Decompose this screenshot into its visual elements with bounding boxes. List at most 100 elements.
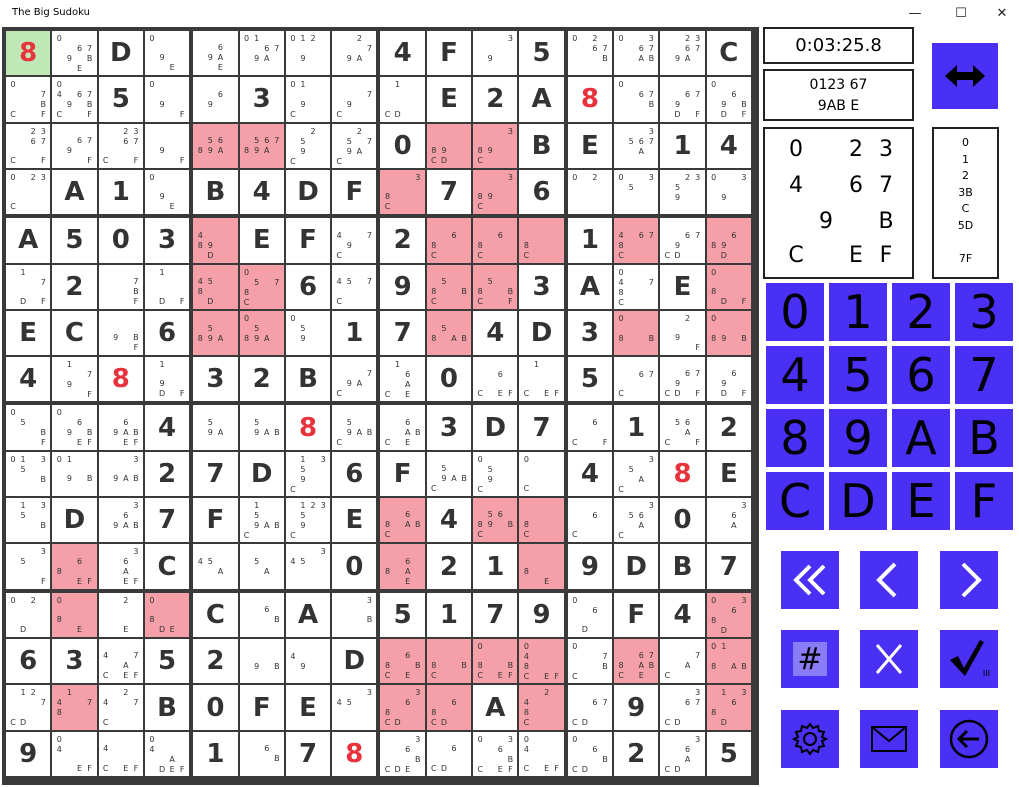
cell-r9-c12[interactable]: 4 — [567, 451, 613, 497]
keypad-button-A[interactable]: A — [892, 409, 950, 467]
cell-r0-c11[interactable]: 5 — [519, 30, 564, 76]
keypad-button-7[interactable]: 7 — [955, 346, 1013, 404]
cell-r15-c14[interactable]: 36ACD — [660, 731, 705, 776]
keypad-button-D[interactable]: D — [829, 472, 887, 530]
cell-r11-c11[interactable]: 8E — [519, 544, 564, 589]
cell-r13-c7[interactable]: D — [332, 639, 377, 684]
cell-r7-c14[interactable]: 679CDF — [660, 357, 705, 402]
cell-r11-c10[interactable]: 1 — [473, 544, 518, 589]
cell-r12-c4[interactable]: C — [193, 592, 238, 638]
cell-r9-c4[interactable]: 7 — [193, 451, 238, 497]
cell-r10-c9[interactable]: 4 — [426, 498, 472, 543]
cell-r5-c1[interactable]: 2 — [52, 264, 97, 309]
cell-r14-c8[interactable]: 368CD — [380, 685, 425, 730]
cell-r1-c5[interactable]: 3 — [239, 77, 284, 122]
cell-r13-c3[interactable]: 5 — [144, 639, 190, 684]
cell-r5-c3[interactable]: 1DF — [144, 264, 190, 309]
cell-r13-c10[interactable]: 08BCEF — [473, 639, 518, 684]
cell-r9-c14[interactable]: 8 — [660, 451, 705, 497]
cell-r2-c4[interactable]: 5689A — [193, 123, 238, 168]
cell-r6-c6[interactable]: 059 — [285, 310, 331, 356]
cell-r9-c2[interactable]: 39AB — [98, 451, 143, 497]
cell-r1-c6[interactable]: 019C — [285, 77, 331, 122]
cell-r5-c11[interactable]: 3 — [519, 264, 564, 309]
cell-r1-c12[interactable]: 8 — [567, 77, 613, 122]
cell-r10-c5[interactable]: 159ABC — [239, 498, 284, 543]
cell-r5-c5[interactable]: 0578C — [239, 264, 284, 309]
cell-r12-c15[interactable]: 0368D — [706, 592, 751, 638]
cell-r13-c11[interactable]: 048CEF — [519, 639, 564, 684]
cell-r13-c2[interactable]: 47ACEF — [98, 639, 143, 684]
cell-r12-c8[interactable]: 5 — [380, 592, 425, 638]
cell-r0-c4[interactable]: 69AE — [193, 30, 238, 76]
cell-r15-c6[interactable]: 7 — [285, 731, 331, 776]
cell-r6-c1[interactable]: C — [52, 310, 97, 356]
cell-r3-c1[interactable]: A — [52, 169, 97, 215]
cell-r7-c6[interactable]: B — [285, 357, 331, 402]
cell-r15-c2[interactable]: 4CEF — [98, 731, 143, 776]
cell-r8-c11[interactable]: 7 — [519, 405, 564, 450]
cell-r1-c3[interactable]: 09F — [144, 77, 190, 122]
cell-r12-c13[interactable]: F — [614, 592, 659, 638]
cell-r3-c7[interactable]: F — [332, 169, 377, 215]
cell-r0-c1[interactable]: 0679BE — [52, 30, 97, 76]
cell-r7-c15[interactable]: 69DF — [706, 357, 751, 402]
cell-r13-c9[interactable]: 8BC — [426, 639, 472, 684]
cell-r9-c6[interactable]: 1359C — [285, 451, 331, 497]
cell-r15-c7[interactable]: 8 — [332, 731, 377, 776]
cell-r1-c15[interactable]: 069BDF — [706, 77, 751, 122]
cell-r11-c6[interactable]: 345 — [285, 544, 331, 589]
cell-r10-c1[interactable]: D — [52, 498, 97, 543]
cell-r15-c8[interactable]: 36BCDE — [380, 731, 425, 776]
cell-r7-c13[interactable]: 67C — [614, 357, 659, 402]
cell-r6-c13[interactable]: 08B — [614, 310, 659, 356]
cell-r3-c3[interactable]: 09E — [144, 169, 190, 215]
keypad-button-6[interactable]: 6 — [892, 346, 950, 404]
cell-r5-c9[interactable]: 58BC — [426, 264, 472, 309]
cell-r2-c15[interactable]: 4 — [706, 123, 751, 168]
cell-r1-c9[interactable]: E — [426, 77, 472, 122]
cell-r0-c9[interactable]: F — [426, 30, 472, 76]
cell-r4-c1[interactable]: 5 — [52, 218, 97, 263]
cell-r10-c14[interactable]: 0 — [660, 498, 705, 543]
cell-r11-c1[interactable]: 68EF — [52, 544, 97, 589]
cell-r4-c3[interactable]: 3 — [144, 218, 190, 263]
cell-r12-c11[interactable]: 9 — [519, 592, 564, 638]
cell-r1-c14[interactable]: 679DF — [660, 77, 705, 122]
cell-r14-c9[interactable]: 68CD — [426, 685, 472, 730]
cell-r7-c2[interactable]: 8 — [98, 357, 143, 402]
cell-r5-c6[interactable]: 6 — [285, 264, 331, 309]
cell-r5-c12[interactable]: A — [567, 264, 613, 309]
cell-r11-c3[interactable]: C — [144, 544, 190, 589]
cell-r7-c12[interactable]: 5 — [567, 357, 613, 402]
cell-r14-c3[interactable]: B — [144, 685, 190, 730]
cell-r11-c8[interactable]: 68AE — [380, 544, 425, 589]
cell-r15-c9[interactable]: 6CD — [426, 731, 472, 776]
cell-r8-c12[interactable]: 6CF — [567, 405, 613, 450]
cell-r7-c9[interactable]: 0 — [426, 357, 472, 402]
cell-r6-c3[interactable]: 6 — [144, 310, 190, 356]
cell-r3-c8[interactable]: 38C — [380, 169, 425, 215]
cell-r0-c3[interactable]: 09E — [144, 30, 190, 76]
cell-r8-c7[interactable]: 59ABC — [332, 405, 377, 450]
cell-r4-c10[interactable]: 68C — [473, 218, 518, 263]
keypad-button-0[interactable]: 0 — [766, 283, 824, 341]
cell-r14-c13[interactable]: 9 — [614, 685, 659, 730]
cell-r14-c4[interactable]: 0 — [193, 685, 238, 730]
cell-r7-c10[interactable]: 6CEF — [473, 357, 518, 402]
cell-r3-c13[interactable]: 035 — [614, 169, 659, 215]
minimize-button[interactable]: — — [892, 0, 938, 27]
cell-r1-c2[interactable]: 5 — [98, 77, 143, 122]
cell-r4-c13[interactable]: 4678C — [614, 218, 659, 263]
cell-r5-c0[interactable]: 17DF — [5, 264, 51, 309]
mail-button[interactable] — [860, 710, 918, 768]
cell-r5-c15[interactable]: 08DF — [706, 264, 751, 309]
cell-r15-c10[interactable]: 036BCEF — [473, 731, 518, 776]
close-button[interactable]: ✕ — [979, 0, 1019, 27]
cell-r12-c1[interactable]: 08E — [52, 592, 97, 638]
first-button[interactable] — [781, 551, 839, 609]
cell-r4-c6[interactable]: F — [285, 218, 331, 263]
cell-r8-c4[interactable]: 59A — [193, 405, 238, 450]
cell-r8-c8[interactable]: 6ABCE — [380, 405, 425, 450]
cell-r1-c4[interactable]: 69 — [193, 77, 238, 122]
